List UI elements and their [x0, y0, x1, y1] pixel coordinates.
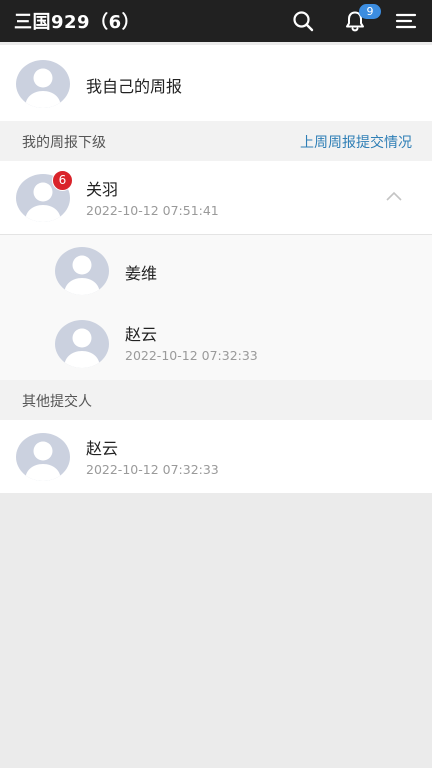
subordinate-group-row[interactable]: 6 关羽 2022-10-12 07:51:41: [0, 161, 432, 234]
avatar: [16, 433, 70, 481]
avatar: [55, 247, 109, 295]
chevron-up-icon[interactable]: [382, 188, 406, 204]
avatar-placeholder-icon: [64, 255, 100, 295]
avatar-placeholder-icon: [64, 328, 100, 368]
submit-time: 2022-10-12 07:32:33: [125, 348, 258, 363]
self-report-row[interactable]: 我自己的周报: [0, 45, 432, 121]
member-row[interactable]: 姜维 赵云 2022-10-12 07:32:33: [0, 235, 432, 380]
subordinates-section-header: 我的周报下级 上周周报提交情况: [0, 121, 432, 161]
search-button[interactable]: [285, 0, 321, 42]
last-week-status-link[interactable]: 上周周报提交情况: [300, 132, 412, 152]
menu-button[interactable]: [388, 0, 424, 42]
submit-time: 2022-10-12 07:51:41: [86, 203, 219, 218]
submit-time: 2022-10-12 07:32:33: [86, 462, 219, 477]
person-name: 赵云: [125, 325, 158, 344]
app-header: 三国929（6） 9: [0, 0, 432, 42]
menu-icon: [395, 13, 417, 29]
unread-badge: 6: [52, 170, 73, 191]
person-name: 关羽: [86, 180, 119, 199]
others-section-header: 其他提交人: [0, 380, 432, 420]
avatar: [16, 60, 70, 108]
section-title: 我的周报下级: [22, 135, 106, 151]
section-title: 其他提交人: [22, 394, 92, 410]
notifications-button[interactable]: 9: [337, 0, 381, 42]
notification-count-badge: 9: [359, 4, 381, 19]
search-icon: [293, 11, 314, 32]
avatar-placeholder-icon: [25, 441, 61, 481]
person-name: 赵云: [86, 439, 119, 458]
list-item[interactable]: 赵云 2022-10-12 07:32:33: [0, 420, 432, 493]
self-report-label: 我自己的周报: [86, 77, 183, 96]
avatar-placeholder-icon: [25, 68, 61, 108]
page-title: 三国929（6）: [14, 12, 141, 33]
avatar: [55, 320, 109, 368]
person-name: 姜维: [125, 264, 158, 283]
